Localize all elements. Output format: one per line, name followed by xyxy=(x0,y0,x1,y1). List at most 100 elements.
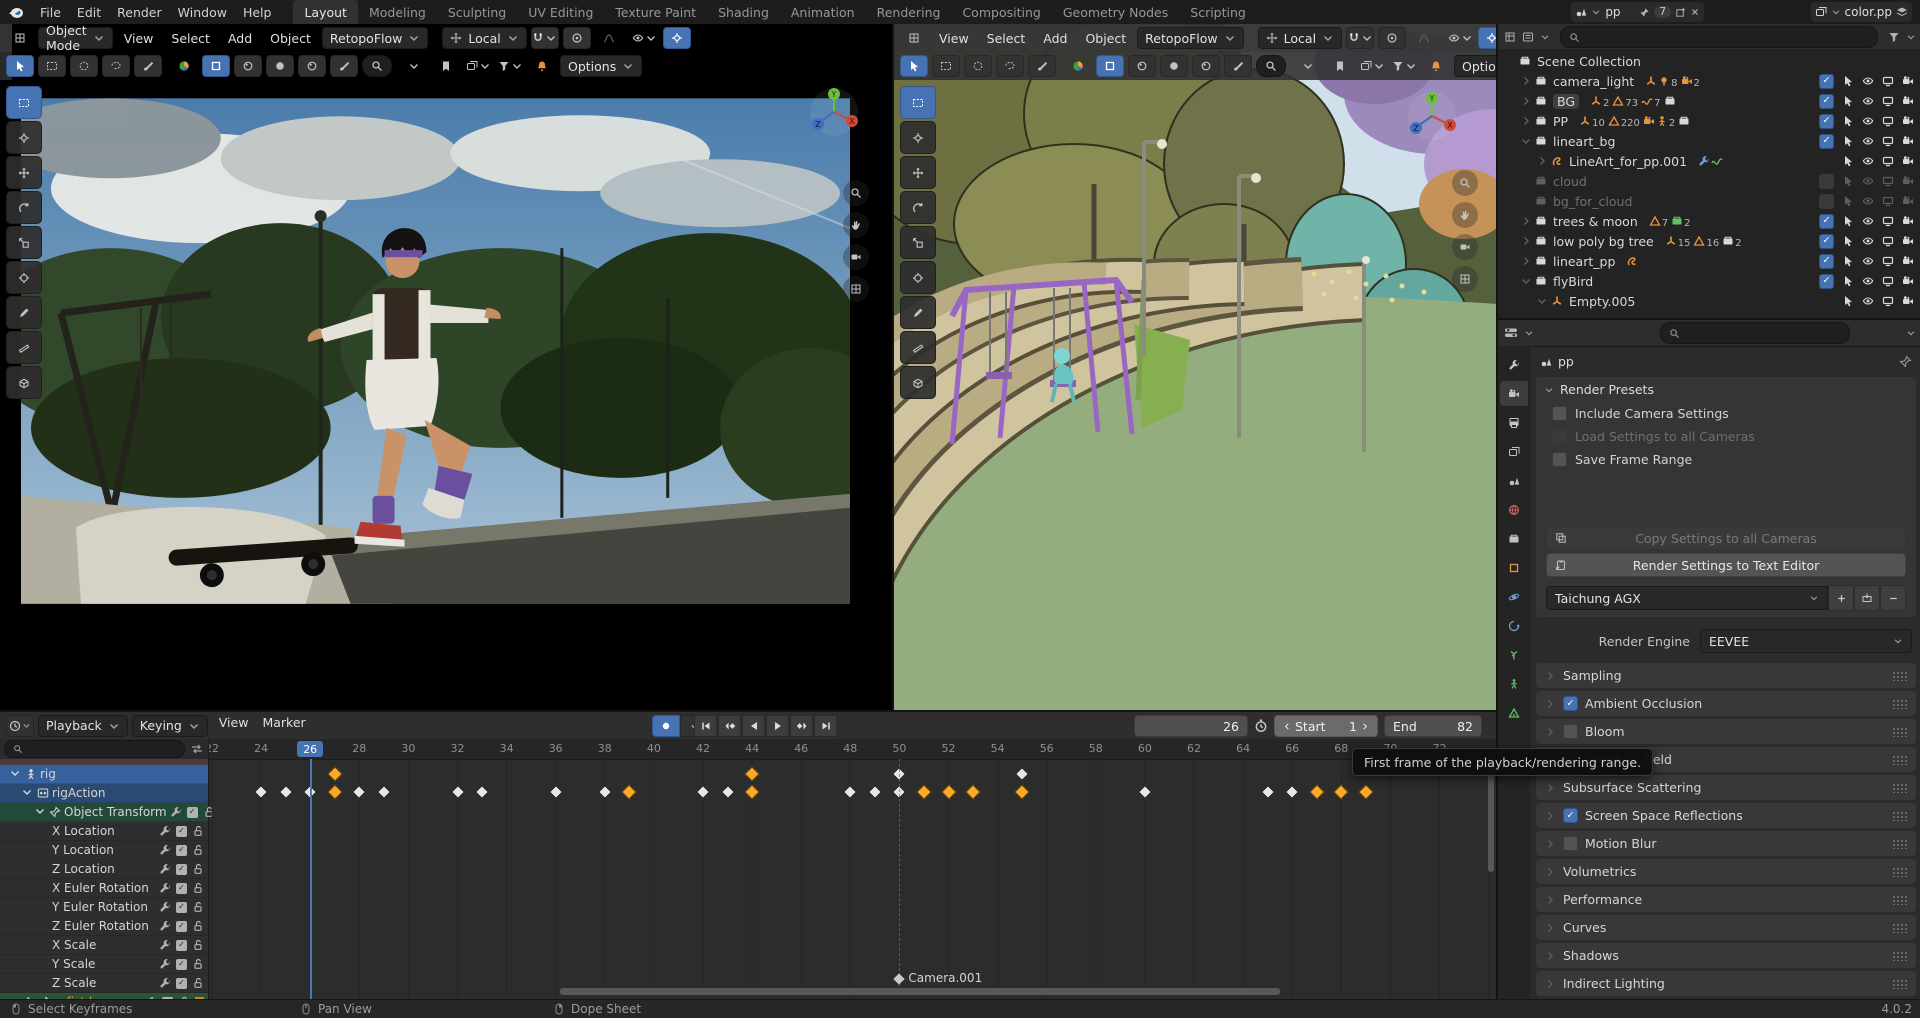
tab-texture-paint[interactable]: Texture Paint xyxy=(604,0,707,24)
tab-scripting[interactable]: Scripting xyxy=(1179,0,1257,24)
hide-toggle[interactable] xyxy=(1862,175,1874,187)
channel-z-scale[interactable]: Z Scale xyxy=(0,974,208,993)
tab-layout[interactable]: Layout xyxy=(293,0,358,24)
hide-toggle[interactable] xyxy=(1862,95,1874,107)
select-lasso-tool[interactable] xyxy=(996,55,1024,77)
render-disable-toggle[interactable] xyxy=(1902,275,1914,287)
shading-rendered-button[interactable] xyxy=(298,55,326,77)
properties-tab-output[interactable] xyxy=(1500,410,1528,435)
lock-icon[interactable] xyxy=(192,825,204,837)
filter-button[interactable] xyxy=(1390,55,1418,77)
tab-sculpting[interactable]: Sculpting xyxy=(437,0,517,24)
viewport-disable-toggle[interactable] xyxy=(1882,255,1894,267)
selectable-toggle[interactable] xyxy=(1842,275,1854,287)
properties-tab-particles[interactable] xyxy=(1500,642,1528,667)
selectable-toggle[interactable] xyxy=(1842,235,1854,247)
properties-tab-render[interactable] xyxy=(1500,381,1528,406)
select-paint-tool[interactable] xyxy=(134,55,162,77)
orientation-dropdown[interactable]: Local xyxy=(442,27,526,49)
viewport-disable-toggle[interactable] xyxy=(1882,235,1894,247)
expand-icon[interactable] xyxy=(1520,75,1532,87)
menu-view[interactable]: View xyxy=(212,715,256,737)
jump-to-start-button[interactable] xyxy=(694,715,717,737)
expand-icon[interactable] xyxy=(1520,95,1532,107)
checkbox[interactable] xyxy=(1552,452,1567,467)
rotate-tool[interactable] xyxy=(6,191,42,224)
channel-y-euler-rotation[interactable]: Y Euler Rotation xyxy=(0,898,208,917)
retopoflow-dropdown[interactable]: RetopoFlow xyxy=(1137,27,1243,49)
checkbox[interactable] xyxy=(1552,429,1567,444)
marker-label[interactable]: Camera.001 xyxy=(908,971,982,985)
hide-toggle[interactable] xyxy=(1862,135,1874,147)
expand-icon[interactable] xyxy=(1536,155,1548,167)
current-frame-field[interactable]: 26 xyxy=(1134,715,1248,737)
render-disable-toggle[interactable] xyxy=(1902,75,1914,87)
selectable-toggle[interactable] xyxy=(1842,95,1854,107)
expand-icon[interactable] xyxy=(1520,215,1532,227)
select-circle-tool[interactable] xyxy=(964,55,992,77)
section-checkbox[interactable] xyxy=(1563,808,1578,823)
viewport-disable-toggle[interactable] xyxy=(1882,175,1894,187)
notification-bell-button[interactable] xyxy=(528,55,556,77)
channel-y-location[interactable]: Y Location xyxy=(0,841,208,860)
cursor-tool[interactable] xyxy=(6,121,42,154)
snap-toggle[interactable] xyxy=(531,27,559,49)
editor-type-button[interactable] xyxy=(6,27,34,49)
viewport-disable-toggle[interactable] xyxy=(1882,155,1894,167)
snap-toggle[interactable] xyxy=(1346,27,1374,49)
notification-bell-button[interactable] xyxy=(1422,55,1450,77)
bookmark-button[interactable] xyxy=(432,55,460,77)
expand-icon[interactable] xyxy=(1536,295,1548,307)
properties-tab-scene[interactable] xyxy=(1500,468,1528,493)
menu-select[interactable]: Select xyxy=(980,31,1033,46)
checkbox-include[interactable] xyxy=(1819,134,1834,149)
viewport-disable-toggle[interactable] xyxy=(1882,115,1894,127)
outliner-row[interactable]: LineArt_for_pp.001 xyxy=(1498,151,1920,171)
shading-wireframe-button[interactable] xyxy=(1096,55,1124,77)
tab-uv-editing[interactable]: UV Editing xyxy=(517,0,604,24)
blender-logo-icon[interactable] xyxy=(8,5,24,19)
proportional-falloff[interactable] xyxy=(1410,27,1438,49)
menu-playback[interactable]: Playback xyxy=(38,715,128,737)
breadcrumb-scene[interactable]: pp xyxy=(1558,354,1574,369)
horizontal-scrollbar[interactable] xyxy=(560,988,1280,995)
properties-tab-view-layer[interactable] xyxy=(1500,439,1528,464)
hide-toggle[interactable] xyxy=(1862,275,1874,287)
navigation-gizmo[interactable]: YXZ xyxy=(808,86,860,138)
viewport-camera[interactable]: Object ModeViewSelectAddObjectRetopoFlow… xyxy=(0,24,892,710)
expand-icon[interactable] xyxy=(1520,235,1532,247)
chevron-down-icon[interactable] xyxy=(1540,32,1550,42)
panel-header[interactable]: Render Presets xyxy=(1536,377,1916,402)
channel-enable-checkbox[interactable] xyxy=(176,921,187,932)
section-volumetrics[interactable]: Volumetrics xyxy=(1536,859,1916,884)
expand-icon[interactable] xyxy=(1520,255,1532,267)
shading-solid-button[interactable] xyxy=(1128,55,1156,77)
render-disable-toggle[interactable] xyxy=(1902,115,1914,127)
viewport-disable-toggle[interactable] xyxy=(1882,75,1894,87)
outliner-row[interactable]: BG2737 xyxy=(1498,91,1920,111)
keyframe-area[interactable]: Camera.001 xyxy=(208,759,1490,1000)
outliner-row[interactable]: low poly bg tree15162 xyxy=(1498,231,1920,251)
transform-tool[interactable] xyxy=(900,261,936,294)
camera-view-toggle[interactable] xyxy=(843,244,869,270)
timeline-ruler[interactable]: 2224283032343638404244464850525456586062… xyxy=(208,739,1496,760)
rotate-tool[interactable] xyxy=(900,191,936,224)
modifier-icon[interactable] xyxy=(159,863,171,875)
checkbox-include[interactable] xyxy=(1819,234,1834,249)
chevron-down-icon[interactable] xyxy=(1591,7,1601,17)
section-sampling[interactable]: Sampling xyxy=(1536,663,1916,688)
chevron-down-icon[interactable] xyxy=(1831,7,1841,17)
hide-toggle[interactable] xyxy=(1862,215,1874,227)
zoom-tool[interactable] xyxy=(1452,170,1478,196)
render-engine-dropdown[interactable]: EEVEE xyxy=(1700,629,1912,653)
lock-icon[interactable] xyxy=(192,958,204,970)
tab-geometry-nodes[interactable]: Geometry Nodes xyxy=(1052,0,1179,24)
pin-icon[interactable] xyxy=(1639,7,1650,18)
select-lasso-tool[interactable] xyxy=(102,55,130,77)
outliner-row[interactable]: Empty.005 xyxy=(1498,291,1920,311)
viewport-search[interactable] xyxy=(362,55,392,77)
options-dropdown[interactable]: Options xyxy=(1454,55,1498,77)
prev-keyframe-button[interactable] xyxy=(718,715,741,737)
render-disable-toggle[interactable] xyxy=(1902,215,1914,227)
shading-rendered-button[interactable] xyxy=(1192,55,1220,77)
